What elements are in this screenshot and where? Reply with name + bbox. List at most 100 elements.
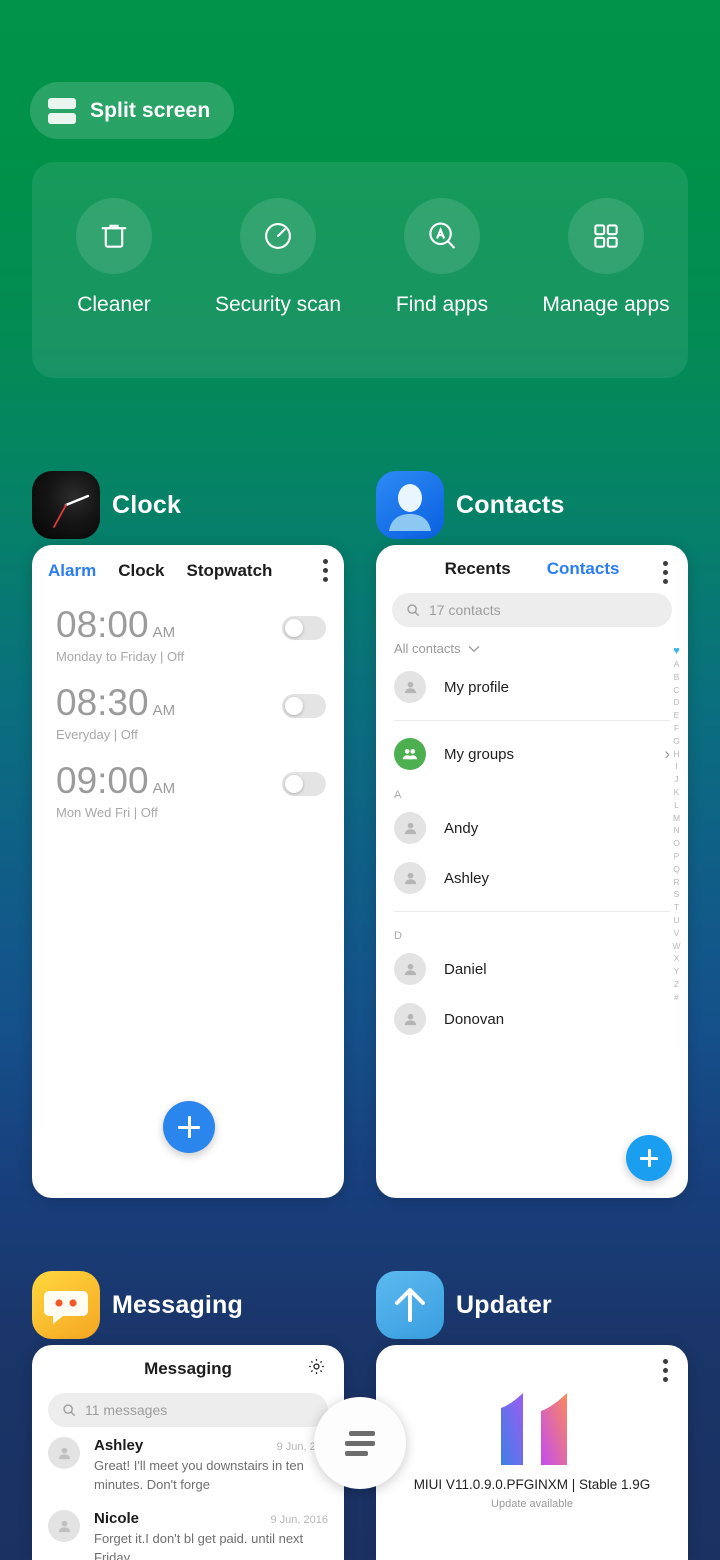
alpha-index-letter[interactable]: K	[674, 786, 680, 799]
contacts-app-header[interactable]: Contacts	[376, 471, 565, 539]
messaging-card: Messaging 11 messages Ashley 9 Jun, 201 …	[32, 1345, 344, 1560]
alarm-schedule: Everyday | Off	[56, 727, 138, 742]
tab-stopwatch[interactable]: Stopwatch	[186, 561, 272, 581]
alarm-toggle[interactable]	[282, 616, 326, 640]
quick-action-label: Find apps	[395, 293, 489, 316]
tab-contacts[interactable]: Contacts	[547, 559, 620, 579]
search-icon	[63, 1404, 75, 1416]
clock-app-header[interactable]: Clock	[32, 471, 181, 539]
add-contact-fab[interactable]	[626, 1135, 672, 1181]
alphabet-index[interactable]: ♥ A B C D E F G H I J K L M N O P Q R S T U V W X Y Z #	[668, 645, 685, 1004]
search-a-icon	[404, 198, 480, 274]
contacts-search-placeholder: 17 contacts	[429, 602, 501, 618]
alpha-index-letter[interactable]: A	[674, 658, 680, 671]
tab-clock[interactable]: Clock	[118, 561, 164, 581]
contact-row-my-groups[interactable]: My groups ›	[376, 729, 688, 779]
recents-button[interactable]	[314, 1397, 406, 1489]
search-icon	[407, 604, 419, 616]
split-screen-button[interactable]: Split screen	[30, 82, 235, 139]
alpha-index-letter[interactable]: N	[673, 824, 679, 837]
contact-row-daniel[interactable]: Daniel	[376, 944, 688, 994]
quick-action-label: Manage apps	[542, 293, 670, 316]
contact-row-ashley[interactable]: Ashley	[376, 853, 688, 903]
alpha-index-letter[interactable]: V	[674, 927, 680, 940]
clock-tab-bar: Alarm Clock Stopwatch	[32, 545, 344, 592]
person-avatar	[394, 812, 426, 844]
messaging-search-placeholder: 11 messages	[85, 1402, 168, 1418]
tab-recents[interactable]: Recents	[445, 559, 511, 579]
kebab-menu-icon[interactable]	[323, 559, 328, 582]
alarm-row[interactable]: 08:30 AM Everyday | Off	[32, 670, 344, 748]
quick-action-security-scan[interactable]: Security scan	[203, 198, 353, 319]
alpha-index-letter[interactable]: U	[673, 914, 679, 927]
kebab-menu-icon[interactable]	[663, 1359, 668, 1382]
alpha-index-letter[interactable]: X	[674, 952, 680, 965]
alpha-index-letter[interactable]: G	[673, 735, 680, 748]
alpha-index-letter[interactable]: D	[673, 696, 679, 709]
alpha-index-letter[interactable]: F	[674, 722, 679, 735]
alpha-index-letter[interactable]: B	[674, 671, 680, 684]
alpha-index-letter[interactable]: E	[674, 709, 680, 722]
contact-row-my-profile[interactable]: My profile	[376, 662, 688, 712]
alpha-index-letter[interactable]: L	[674, 799, 679, 812]
alpha-index-letter[interactable]: R	[673, 876, 679, 889]
alarm-meridiem: AM	[152, 624, 176, 641]
alpha-index-letter[interactable]: T	[674, 901, 679, 914]
all-contacts-filter[interactable]: All contacts	[376, 627, 688, 662]
alpha-index-favorites[interactable]: ♥	[673, 645, 680, 658]
alarm-time: 08:00 AM	[56, 606, 320, 643]
message-thread-nicole[interactable]: Nicole 9 Jun, 2016 Forget it.I don't bl …	[32, 1500, 344, 1560]
quick-action-cleaner[interactable]: Cleaner	[39, 198, 189, 319]
contact-row-donovan[interactable]: Donovan	[376, 994, 688, 1044]
person-avatar	[394, 671, 426, 703]
recents-lines-icon	[345, 1430, 375, 1456]
alarm-toggle[interactable]	[282, 772, 326, 796]
alpha-index-letter[interactable]: M	[673, 812, 680, 825]
split-screen-icon	[48, 97, 76, 124]
section-header-a: A	[394, 789, 402, 801]
kebab-menu-icon[interactable]	[663, 561, 668, 584]
alpha-index-letter[interactable]: P	[674, 850, 680, 863]
contact-row-andy[interactable]: Andy	[376, 803, 688, 853]
gear-icon[interactable]	[307, 1357, 326, 1381]
updater-app-header[interactable]: Updater	[376, 1271, 552, 1339]
alpha-index-letter[interactable]: S	[674, 888, 680, 901]
alpha-index-letter[interactable]: O	[673, 837, 680, 850]
messaging-search-input[interactable]: 11 messages	[48, 1393, 328, 1427]
alpha-index-letter[interactable]: W	[672, 940, 680, 953]
messaging-app-header[interactable]: Messaging	[32, 1271, 243, 1339]
alpha-index-letter[interactable]: J	[674, 773, 678, 786]
alarm-toggle[interactable]	[282, 694, 326, 718]
quick-action-find-apps[interactable]: Find apps	[367, 198, 517, 319]
contact-name: Daniel	[444, 960, 487, 978]
contacts-app-icon	[376, 471, 444, 539]
plus-icon	[178, 1116, 200, 1138]
alpha-index-letter[interactable]: C	[673, 684, 679, 697]
add-alarm-fab[interactable]	[163, 1101, 215, 1153]
alpha-index-letter[interactable]: I	[675, 760, 677, 773]
quick-action-manage-apps[interactable]: Manage apps	[531, 198, 681, 319]
alpha-index-letter[interactable]: H	[673, 748, 679, 761]
updater-app-icon	[376, 1271, 444, 1339]
alarm-meridiem: AM	[152, 780, 176, 797]
message-preview: Great! I'll meet you downstairs in ten m…	[94, 1458, 304, 1492]
alarm-row[interactable]: 09:00 AM Mon Wed Fri | Off	[32, 748, 344, 826]
updater-app-title: Updater	[456, 1290, 552, 1319]
alpha-index-letter[interactable]: Y	[674, 965, 680, 978]
contact-name: My groups	[444, 745, 515, 763]
chevron-down-icon	[469, 645, 480, 652]
contacts-app-title: Contacts	[456, 490, 565, 519]
updater-version: MIUI V11.0.9.0.PFGINXM | Stable 1.9G	[413, 1477, 651, 1492]
quick-action-label: Cleaner	[77, 293, 151, 316]
clock-app-icon	[32, 471, 100, 539]
contacts-tab-bar: Recents Contacts	[376, 545, 688, 589]
contacts-search-input[interactable]: 17 contacts	[392, 593, 672, 627]
alarm-row[interactable]: 08:00 AM Monday to Friday | Off	[32, 592, 344, 670]
section-header-d: D	[394, 930, 402, 942]
contact-name: My profile	[444, 678, 510, 696]
alpha-index-letter[interactable]: Z	[674, 978, 679, 991]
tab-alarm[interactable]: Alarm	[48, 561, 96, 581]
alpha-index-letter[interactable]: Q	[673, 863, 680, 876]
message-thread-ashley[interactable]: Ashley 9 Jun, 201 Great! I'll meet you d…	[32, 1427, 344, 1500]
alpha-index-letter[interactable]: #	[674, 991, 679, 1004]
